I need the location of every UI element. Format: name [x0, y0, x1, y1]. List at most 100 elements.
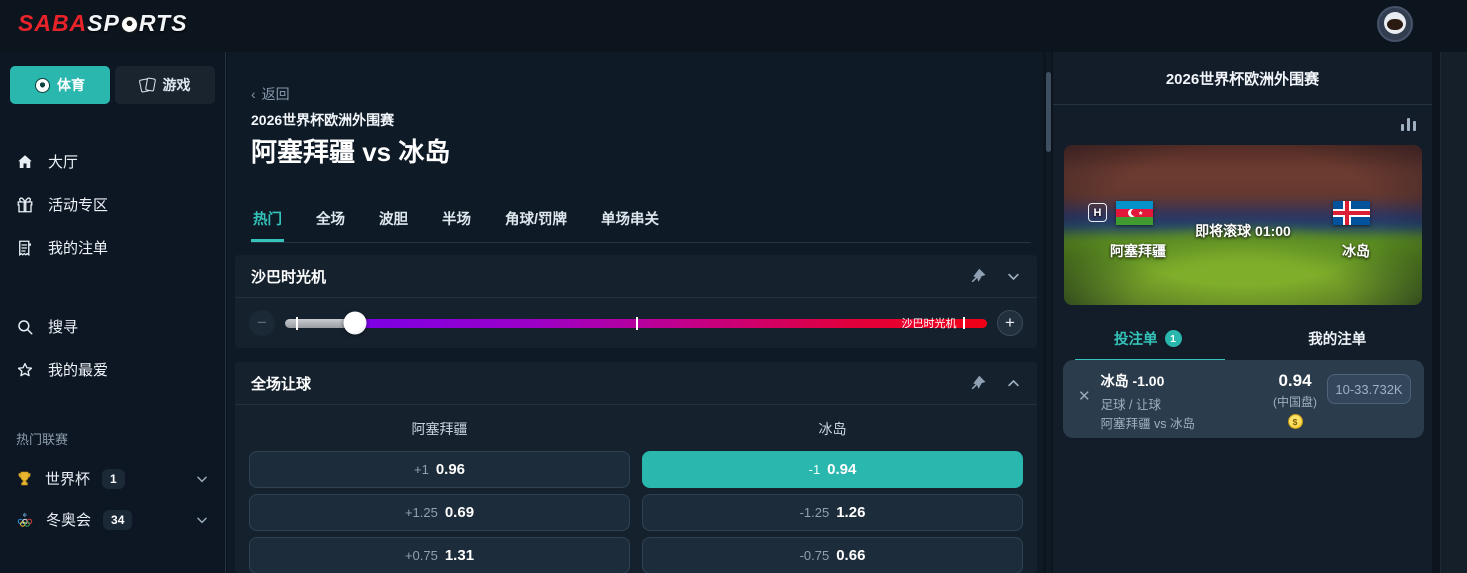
- home-team-name: 阿塞拜疆: [1110, 241, 1166, 261]
- tab-label: 投注单: [1114, 328, 1158, 349]
- handicap-panel: 全场让球 阿塞拜疆 冰岛 +1 0.96 -1 0.94: [235, 362, 1037, 573]
- soccer-ball-icon: [121, 16, 138, 33]
- odds-value: 0.96: [436, 461, 465, 478]
- odds-button-away-minus1-selected[interactable]: -1 0.94: [642, 451, 1023, 488]
- user-avatar[interactable]: [1377, 6, 1413, 42]
- odds-button-home-plus1-25[interactable]: +1.25 0.69: [249, 494, 630, 531]
- league-count-badge: 34: [103, 510, 132, 530]
- sidebar-item-my-bets[interactable]: 我的注单: [10, 226, 215, 269]
- slider-tick: [963, 317, 965, 329]
- brand-logo[interactable]: SABASPRTS: [18, 10, 187, 37]
- league-breadcrumb: 2026世界杯欧洲外围赛: [251, 110, 394, 130]
- back-link[interactable]: ‹ 返回: [251, 84, 290, 104]
- tab-bet-slip[interactable]: 投注单 1: [1053, 318, 1243, 361]
- chevron-up-icon[interactable]: [1006, 376, 1021, 391]
- olympic-rings-icon: ❄: [16, 511, 34, 528]
- slider-plus-button[interactable]: +: [997, 310, 1023, 336]
- close-icon[interactable]: ✕: [1078, 387, 1091, 405]
- slider-thumb[interactable]: [344, 312, 367, 335]
- sidebar-item-label: 活动专区: [48, 194, 108, 215]
- odds-value: 0.69: [445, 504, 474, 521]
- astronaut-visor-icon: [1387, 19, 1403, 30]
- back-label: 返回: [262, 86, 290, 102]
- bet-slip-card: ✕ 冰岛 -1.00 足球 / 让球 阿塞拜疆 vs 冰岛 0.94 (中国盘)…: [1063, 360, 1424, 438]
- sidebar-item-lobby[interactable]: 大厅: [10, 140, 215, 183]
- slider-tick: [296, 317, 298, 330]
- stats-bars-icon[interactable]: [1401, 118, 1416, 131]
- odds-type: (中国盘): [1273, 393, 1317, 410]
- sidebar-tab-games[interactable]: 游戏: [115, 66, 215, 104]
- odds-button-home-plus1[interactable]: +1 0.96: [249, 451, 630, 488]
- chevron-left-icon: ‹: [251, 86, 256, 102]
- market-tabs: 热门 全场 波胆 半场 角球/罚牌 单场串关: [251, 202, 1031, 243]
- slider-track-gradient: [355, 319, 987, 328]
- odds-row: +1.25 0.69 -1.25 1.26: [249, 494, 1023, 531]
- brand-logo-saba: SABA: [18, 10, 87, 37]
- slider-tick: [636, 317, 638, 330]
- chevron-down-icon: [195, 472, 209, 486]
- tab-label: 我的注单: [1308, 328, 1366, 349]
- bet-market: 足球 / 让球: [1101, 396, 1265, 415]
- coin-icon: $: [1288, 414, 1303, 429]
- hot-leagues-heading: 热门联赛: [10, 427, 215, 458]
- slider-minus-button[interactable]: −: [249, 310, 275, 336]
- odds-row: +0.75 1.31 -0.75 0.66: [249, 537, 1023, 573]
- receipt-icon: [16, 239, 34, 257]
- panel-title: 全场让球: [251, 373, 311, 394]
- tab-full-time[interactable]: 全场: [314, 202, 347, 242]
- time-machine-slider[interactable]: 沙巴时光机: [285, 319, 987, 328]
- sidebar-item-label: 搜寻: [48, 316, 78, 337]
- league-label: 世界杯: [45, 468, 90, 489]
- odds-value: 0.66: [836, 547, 865, 564]
- main-content: ‹ 返回 2026世界杯欧洲外围赛 阿塞拜疆 vs 冰岛 热门 全场 波胆 半场 …: [227, 52, 1043, 573]
- handicap-value: -1.25: [800, 505, 830, 520]
- handicap-value: -0.75: [800, 548, 830, 563]
- chevron-down-icon[interactable]: [1006, 269, 1021, 284]
- bet-count-badge: 1: [1165, 330, 1182, 347]
- page-title: 阿塞拜疆 vs 冰岛: [251, 132, 450, 169]
- sidebar-item-label: 我的注单: [48, 237, 108, 258]
- tab-corners-cards[interactable]: 角球/罚牌: [503, 202, 569, 242]
- sidebar-tab-sports[interactable]: 体育: [10, 66, 110, 104]
- crescent-icon: [1128, 209, 1136, 217]
- tab-single-parlay[interactable]: 单场串关: [599, 202, 661, 242]
- right-panel-title: 2026世界杯欧洲外围赛: [1053, 52, 1432, 105]
- scrollbar-thumb[interactable]: [1046, 72, 1051, 152]
- bet-odds: 0.94: [1273, 371, 1317, 391]
- away-team-name: 冰岛: [1342, 241, 1370, 261]
- tab-correct-score[interactable]: 波胆: [377, 202, 410, 242]
- window-scrollbar[interactable]: [1440, 52, 1467, 573]
- handicap-value: +1.25: [405, 505, 438, 520]
- odds-button-home-plus0-75[interactable]: +0.75 1.31: [249, 537, 630, 573]
- left-sidebar: 体育 游戏 大厅 活动专区 我的注单 搜寻 我的最爱 热门联赛 世界杯 1 ❄: [0, 52, 226, 573]
- bet-match: 阿塞拜疆 vs 冰岛: [1101, 415, 1265, 434]
- column-header-home: 阿塞拜疆: [249, 419, 630, 439]
- trophy-icon: [16, 470, 33, 487]
- pin-icon[interactable]: [970, 268, 986, 284]
- pin-icon[interactable]: [970, 375, 986, 391]
- tab-half-time[interactable]: 半场: [440, 202, 473, 242]
- svg-text:❄: ❄: [22, 512, 27, 519]
- main-scrollbar[interactable]: [1046, 52, 1051, 573]
- odds-row: +1 0.96 -1 0.94: [249, 451, 1023, 488]
- sidebar-league-world-cup[interactable]: 世界杯 1: [10, 458, 215, 499]
- search-icon: [16, 318, 34, 336]
- slider-label-text: 沙巴时光机: [902, 315, 957, 331]
- sidebar-item-promotions[interactable]: 活动专区: [10, 183, 215, 226]
- tab-my-bets[interactable]: 我的注单: [1243, 318, 1433, 361]
- chevron-down-icon: [195, 513, 209, 527]
- odds-value: 1.26: [836, 504, 865, 521]
- odds-value: 0.94: [827, 461, 856, 478]
- time-machine-panel: 沙巴时光机 − 沙巴时光机 +: [235, 255, 1037, 348]
- sidebar-tab-label: 体育: [57, 75, 85, 95]
- cards-icon: [140, 78, 156, 93]
- tab-hot[interactable]: 热门: [251, 202, 284, 242]
- odds-button-away-minus0-75[interactable]: -0.75 0.66: [642, 537, 1023, 573]
- odds-button-away-minus1-25[interactable]: -1.25 1.26: [642, 494, 1023, 531]
- home-badge: H: [1088, 203, 1107, 222]
- sidebar-league-winter-olympics[interactable]: ❄ 冬奥会 34: [10, 499, 215, 540]
- stake-input[interactable]: [1327, 374, 1411, 404]
- sidebar-item-search[interactable]: 搜寻: [10, 305, 215, 348]
- match-banner[interactable]: H ★ 即将滚球 01:00 阿塞拜疆 冰岛: [1064, 145, 1422, 305]
- sidebar-item-favorites[interactable]: 我的最爱: [10, 348, 215, 391]
